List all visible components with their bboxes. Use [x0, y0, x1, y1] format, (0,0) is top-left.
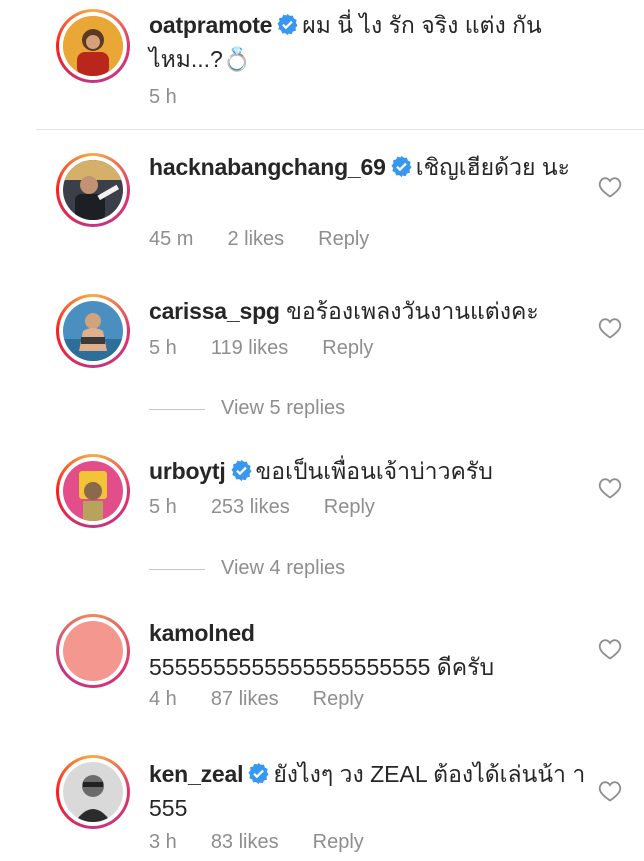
caption-time: 5 h	[149, 86, 177, 108]
reply-button[interactable]: Reply	[322, 337, 373, 360]
caption-body: oatpramote ผม นี่ ไง รัก จริง แต่ง กัน ไห…	[149, 8, 589, 76]
heart-outline-icon[interactable]	[598, 477, 622, 499]
view-replies-label[interactable]: View 5 replies	[221, 397, 345, 420]
comment-likes[interactable]: 253 likes	[211, 496, 290, 519]
verified-badge-icon	[391, 156, 412, 177]
view-replies-label[interactable]: View 4 replies	[221, 557, 345, 580]
caption-divider	[36, 129, 644, 130]
comment-text: ขอเป็นเพื่อนเจ้าบ่าวครับ	[255, 458, 493, 484]
comment-text: ขอร้องเพลงวันงานแต่งคะ	[286, 298, 539, 324]
comment-time: 45 m	[149, 228, 194, 250]
caption-avatar[interactable]	[56, 9, 130, 83]
comment-body: ken_zeal ยังไงๆ วง ZEAL ต้องได้เล่นน้า า …	[149, 757, 589, 825]
comment-body: hacknabangchang_69 เชิญเฮียด้วย นะ	[149, 150, 589, 184]
view-replies-button[interactable]: View 5 replies	[149, 395, 449, 425]
comment-meta: 5 h 119 likes Reply	[149, 337, 373, 360]
comment-time: 3 h	[149, 831, 177, 853]
verified-badge-icon	[277, 14, 298, 35]
reply-button[interactable]: Reply	[318, 228, 369, 251]
avatar-photo-icon	[63, 16, 123, 76]
comment-text: 5555555555555555555555 ดีครับ	[149, 654, 495, 680]
view-replies-line	[149, 569, 205, 570]
comment-username[interactable]: urboytj	[149, 458, 226, 484]
view-replies-line	[149, 409, 205, 410]
comment-avatar[interactable]	[56, 294, 130, 368]
comment-username[interactable]: ken_zeal	[149, 761, 244, 787]
heart-outline-icon[interactable]	[598, 780, 622, 802]
avatar-photo-icon	[63, 762, 123, 822]
comment-body: urboytj ขอเป็นเพื่อนเจ้าบ่าวครับ	[149, 454, 589, 488]
view-replies-button[interactable]: View 4 replies	[149, 555, 449, 585]
comment-likes[interactable]: 83 likes	[211, 831, 279, 854]
reply-button[interactable]: Reply	[324, 496, 375, 519]
comment-avatar[interactable]	[56, 755, 130, 829]
avatar-photo-icon	[63, 301, 123, 361]
comment-likes[interactable]: 2 likes	[227, 228, 284, 251]
comment-meta: 3 h 83 likes Reply	[149, 831, 364, 854]
post-caption: oatpramote ผม นี่ ไง รัก จริง แต่ง กัน ไห…	[0, 0, 644, 130]
comment-avatar[interactable]	[56, 454, 130, 528]
heart-outline-icon[interactable]	[598, 317, 622, 339]
verified-badge-icon	[230, 460, 252, 481]
comment-likes[interactable]: 87 likes	[211, 688, 279, 711]
avatar-photo-icon	[63, 461, 123, 521]
comment-body: kamolned 5555555555555555555555 ดีครับ	[149, 616, 589, 684]
comment-username[interactable]: hacknabangchang_69	[149, 154, 386, 180]
caption-meta: 5 h	[149, 86, 177, 109]
comment-username[interactable]: carissa_spg	[149, 298, 280, 324]
verified-badge-icon	[248, 763, 269, 784]
heart-outline-icon[interactable]	[598, 638, 622, 660]
comment-body: carissa_spg ขอร้องเพลงวันงานแต่งคะ	[149, 294, 589, 328]
avatar-placeholder	[63, 621, 123, 681]
reply-button[interactable]: Reply	[313, 688, 364, 711]
comment-text: เชิญเฮียด้วย นะ	[415, 154, 570, 180]
comment-avatar[interactable]	[56, 153, 130, 227]
comment-meta: 4 h 87 likes Reply	[149, 688, 364, 711]
avatar-photo-icon	[63, 160, 123, 220]
comment-avatar[interactable]	[56, 614, 130, 688]
comment-time: 4 h	[149, 688, 177, 710]
comment-username[interactable]: kamolned	[149, 616, 589, 650]
comment-meta: 45 m 2 likes Reply	[149, 228, 369, 251]
heart-outline-icon[interactable]	[598, 176, 622, 198]
comment-time: 5 h	[149, 337, 177, 359]
reply-button[interactable]: Reply	[313, 831, 364, 854]
comment-time: 5 h	[149, 496, 177, 518]
comment-likes[interactable]: 119 likes	[211, 337, 288, 360]
caption-username[interactable]: oatpramote	[149, 12, 272, 38]
comment-meta: 5 h 253 likes Reply	[149, 496, 375, 519]
